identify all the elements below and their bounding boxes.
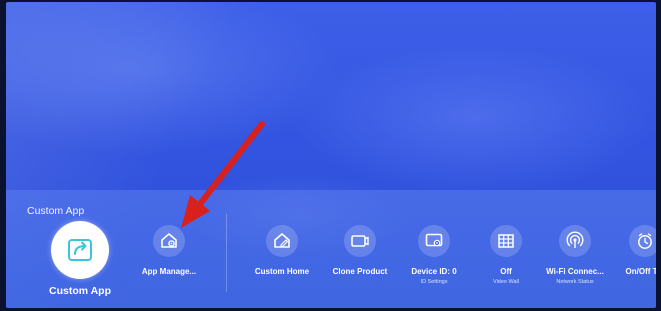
custom-home-label: Custom Home bbox=[254, 267, 310, 276]
video-wall-icon-circle bbox=[490, 225, 522, 257]
tv-screen: Custom App Custom App App Manage... Cust… bbox=[6, 2, 656, 308]
house-gear-icon bbox=[161, 233, 177, 248]
custom-app-label: Custom App bbox=[48, 285, 112, 297]
onoff-timer-label: On/Off Tin bbox=[625, 267, 656, 276]
menu-divider bbox=[226, 214, 227, 292]
video-wall-label: Off bbox=[500, 267, 512, 276]
wifi-label: Wi-Fi Connec... bbox=[546, 267, 604, 276]
device-id-icon-circle bbox=[418, 225, 450, 257]
app-manager-icon-circle bbox=[153, 225, 185, 257]
device-id-sublabel: ID Settings bbox=[420, 279, 448, 285]
section-title: Custom App bbox=[27, 205, 85, 217]
onoff-timer-icon-circle bbox=[629, 225, 656, 257]
house-edit-icon bbox=[274, 233, 290, 248]
grid-icon bbox=[498, 234, 514, 248]
clone-product-icon-circle bbox=[344, 225, 376, 257]
wifi-signal-icon bbox=[566, 231, 584, 248]
custom-home-icon-circle bbox=[266, 225, 298, 257]
wifi-sublabel: Network Status bbox=[556, 279, 594, 285]
wifi-icon-circle bbox=[559, 225, 591, 257]
app-manager-tile[interactable]: App Manage... bbox=[124, 225, 214, 276]
monitor-gear-icon bbox=[425, 233, 443, 247]
share-house-icon bbox=[68, 239, 92, 261]
onoff-timer-tile[interactable]: On/Off Tin bbox=[600, 225, 656, 276]
custom-home-tile[interactable]: Custom Home bbox=[237, 225, 327, 276]
clone-device-icon bbox=[351, 235, 369, 247]
custom-app-icon-circle bbox=[51, 221, 109, 279]
custom-app-tile[interactable]: Custom App bbox=[44, 221, 116, 297]
clock-icon bbox=[638, 233, 652, 249]
clone-product-label: Clone Product bbox=[332, 267, 388, 276]
device-id-label: Device ID: 0 bbox=[411, 267, 457, 276]
app-manager-label: App Manage... bbox=[141, 267, 197, 276]
video-wall-sublabel: Video Wall bbox=[493, 279, 519, 285]
